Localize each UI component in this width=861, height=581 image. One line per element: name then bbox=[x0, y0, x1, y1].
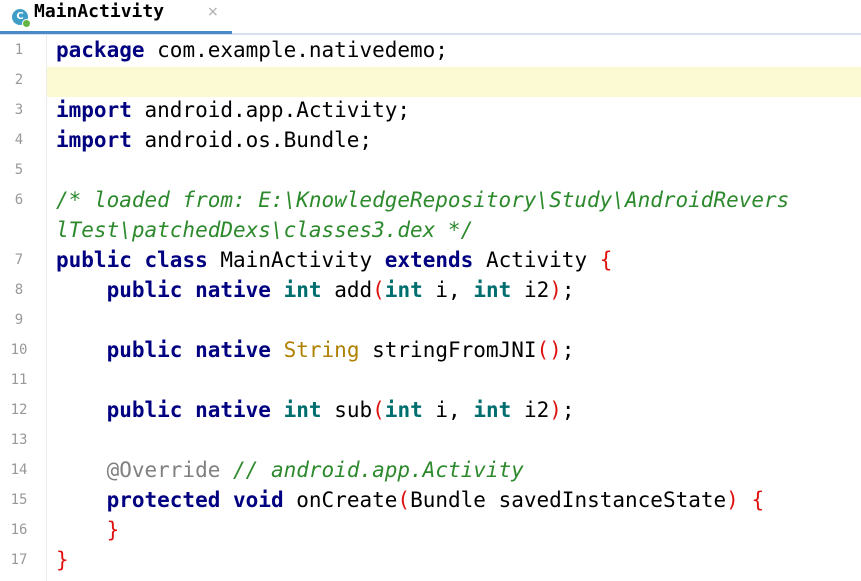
gutter-separator bbox=[46, 35, 47, 581]
code-line-6-comment-wrap[interactable]: lTest\patchedDexs\classes3.dex */ bbox=[56, 215, 473, 245]
code-line-6-comment[interactable]: /* loaded from: E:\KnowledgeRepository\S… bbox=[56, 185, 789, 215]
line-number: 6 bbox=[14, 192, 24, 208]
line-number: 4 bbox=[14, 132, 24, 148]
line-number: 17 bbox=[10, 552, 28, 568]
line-number: 11 bbox=[10, 372, 28, 388]
line-number: 2 bbox=[14, 72, 24, 88]
line-number: 14 bbox=[10, 462, 28, 478]
line-number: 1 bbox=[14, 42, 24, 58]
current-line-highlight bbox=[47, 67, 861, 97]
code-line-14[interactable]: @Override // android.app.Activity bbox=[56, 455, 524, 485]
code-line-17[interactable]: } bbox=[56, 545, 69, 575]
code-line-12[interactable]: public native int sub(int i, int i2); bbox=[56, 395, 575, 425]
line-number: 15 bbox=[10, 492, 28, 508]
close-icon[interactable]: × bbox=[207, 4, 219, 20]
code-line-7[interactable]: public class MainActivity extends Activi… bbox=[56, 245, 612, 275]
code-line-8[interactable]: public native int add(int i, int i2); bbox=[56, 275, 575, 305]
line-number: 8 bbox=[14, 282, 24, 298]
line-number: 7 bbox=[14, 252, 24, 268]
code-line-10[interactable]: public native String stringFromJNI(); bbox=[56, 335, 575, 365]
class-status-dot bbox=[22, 19, 31, 28]
tab-mainactivity[interactable]: C MainActivity × bbox=[0, 0, 232, 34]
line-number: 16 bbox=[10, 522, 28, 538]
line-number: 13 bbox=[10, 432, 28, 448]
line-number: 5 bbox=[14, 162, 24, 178]
code-line-16[interactable]: } bbox=[56, 515, 120, 545]
tab-title: MainActivity bbox=[34, 1, 165, 22]
line-number: 12 bbox=[10, 402, 28, 418]
java-class-icon: C bbox=[12, 9, 31, 28]
code-line-4[interactable]: import android.os.Bundle; bbox=[56, 125, 372, 155]
line-number: 10 bbox=[10, 342, 28, 358]
code-line-3[interactable]: import android.app.Activity; bbox=[56, 95, 410, 125]
line-number: 9 bbox=[14, 312, 24, 328]
code-line-1[interactable]: package com.example.nativedemo; bbox=[56, 35, 448, 65]
editor-tab-bar: C MainActivity × bbox=[0, 0, 861, 35]
code-line-15[interactable]: protected void onCreate(Bundle savedInst… bbox=[56, 485, 765, 515]
line-number: 3 bbox=[14, 102, 24, 118]
